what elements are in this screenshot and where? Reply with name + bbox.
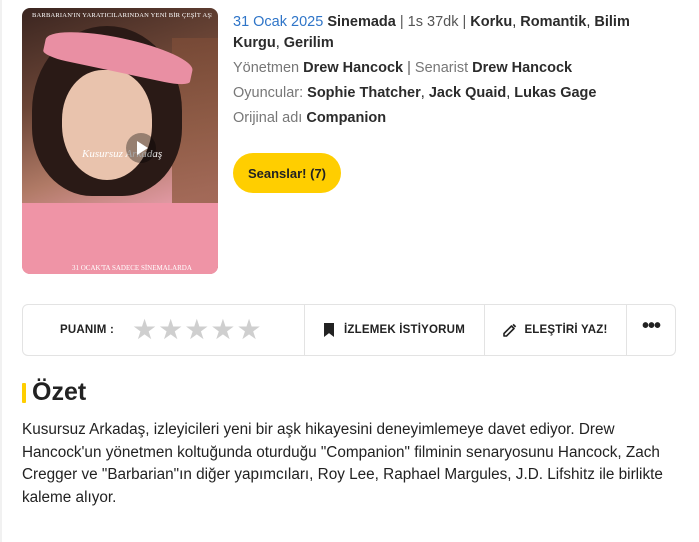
- poster-release-note: 31 OCAK'TA SADECE SİNEMALARDA: [72, 264, 192, 272]
- write-review-button[interactable]: ELEŞTİRİ YAZ!: [485, 305, 627, 355]
- action-bar: PUANIM : ★ ★ ★ ★ ★ İZLEMEK İSTİYORUM ELE…: [22, 304, 676, 356]
- heading-accent-bar: [22, 382, 26, 403]
- director-label: Yönetmen: [233, 60, 300, 76]
- poster-tagline: BARBARIAN'IN YARATICILARINDAN YENİ BİR Ç…: [32, 12, 212, 19]
- play-icon[interactable]: [126, 133, 156, 163]
- summary-text: Kusursuz Arkadaş, izleyicileri yeni bir …: [22, 421, 663, 506]
- original-title: Companion: [306, 110, 387, 126]
- write-review-label: ELEŞTİRİ YAZ!: [524, 324, 608, 336]
- more-options-button[interactable]: •••: [627, 305, 675, 355]
- duration: 1s 37dk: [407, 14, 459, 30]
- original-title-label: Orijinal adı: [233, 110, 303, 126]
- genre-link[interactable]: Romantik: [520, 14, 586, 30]
- rating-label: PUANIM :: [60, 324, 114, 336]
- movie-info: 31 Ocak 2025 Sinemada | 1s 37dk | Korku,…: [233, 12, 673, 133]
- star-icon[interactable]: ★: [236, 316, 261, 344]
- rating-stars: ★ ★ ★ ★ ★: [132, 316, 262, 344]
- rating-section: PUANIM : ★ ★ ★ ★ ★: [23, 305, 305, 355]
- genre-link[interactable]: Gerilim: [284, 35, 334, 51]
- watchlist-button[interactable]: İZLEMEK İSTİYORUM: [305, 305, 485, 355]
- pencil-icon: [503, 323, 517, 337]
- writer-link[interactable]: Drew Hancock: [472, 60, 572, 76]
- summary-heading: Özet: [22, 378, 86, 407]
- star-icon[interactable]: ★: [210, 316, 235, 344]
- writer-label: Senarist: [414, 60, 469, 76]
- cast-link[interactable]: Sophie Thatcher: [307, 85, 421, 101]
- crew-row: Yönetmen Drew Hancock | Senarist Drew Ha…: [233, 60, 573, 76]
- cast-row: Oyuncular: Sophie Thatcher, Jack Quaid, …: [233, 85, 597, 101]
- showtimes-button[interactable]: Seanslar! (7): [233, 153, 341, 193]
- poster-figure-face: [62, 70, 152, 180]
- watchlist-label: İZLEMEK İSTİYORUM: [344, 324, 465, 336]
- summary-title: Özet: [32, 378, 87, 406]
- movie-poster[interactable]: BARBARIAN'IN YARATICILARINDAN YENİ BİR Ç…: [22, 8, 218, 274]
- release-status: Sinemada: [327, 14, 396, 30]
- more-dots-icon: •••: [641, 315, 661, 337]
- release-row: 31 Ocak 2025 Sinemada | 1s 37dk | Korku,…: [233, 14, 630, 51]
- director-link[interactable]: Drew Hancock: [303, 60, 403, 76]
- original-title-row: Orijinal adı Companion: [233, 108, 673, 129]
- star-icon[interactable]: ★: [158, 316, 183, 344]
- cast-link[interactable]: Jack Quaid: [429, 85, 506, 101]
- bookmark-icon: [324, 323, 335, 337]
- star-icon[interactable]: ★: [184, 316, 209, 344]
- release-date-link[interactable]: 31 Ocak 2025: [233, 14, 323, 30]
- cast-link[interactable]: Lukas Gage: [514, 85, 596, 101]
- star-icon[interactable]: ★: [132, 316, 157, 344]
- genre-link[interactable]: Korku: [470, 14, 512, 30]
- cast-label: Oyuncular:: [233, 85, 304, 101]
- page-left-border: [0, 0, 2, 542]
